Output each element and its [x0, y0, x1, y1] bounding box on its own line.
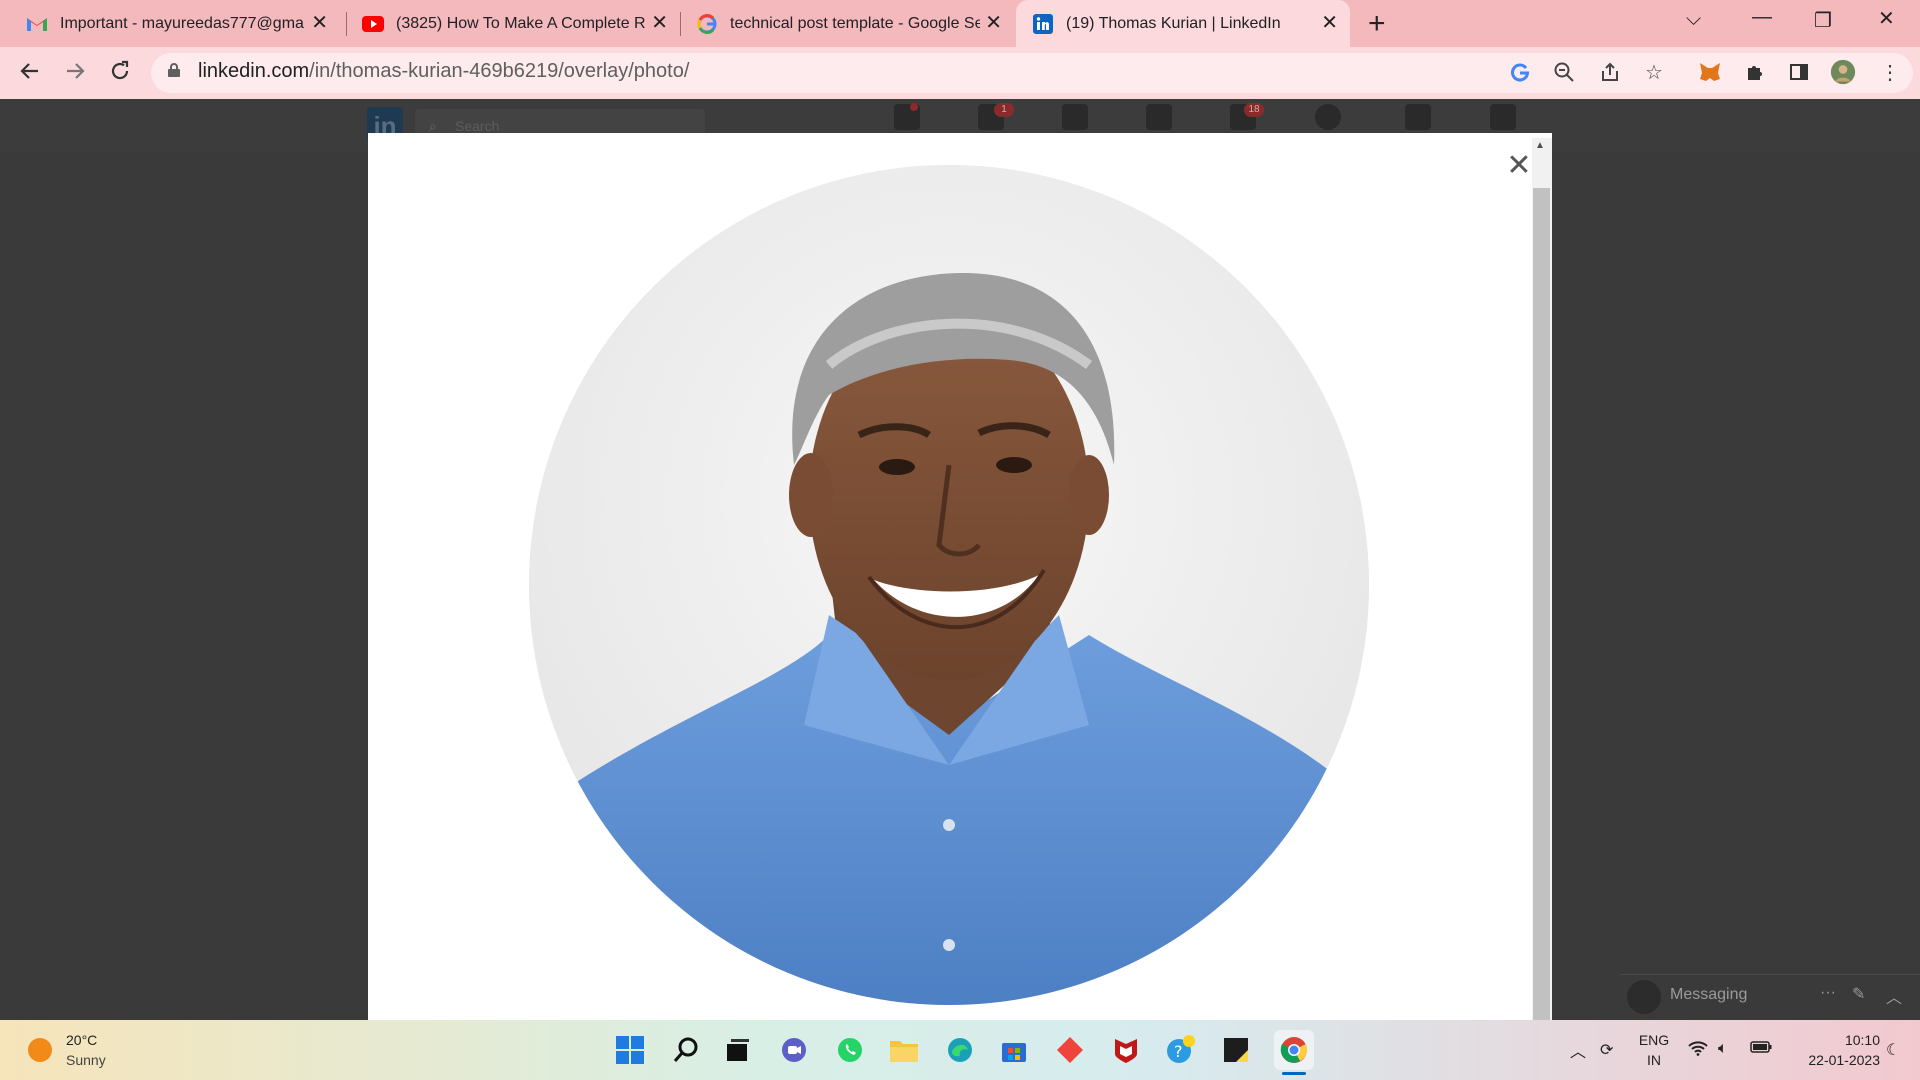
zoom-icon[interactable]	[1551, 59, 1577, 85]
url-host: linkedin.com	[198, 60, 310, 82]
wifi-icon[interactable]	[1688, 1040, 1708, 1061]
gmail-icon	[26, 13, 48, 35]
reload-icon	[111, 60, 129, 80]
work-grid-icon[interactable]	[1405, 104, 1431, 130]
edge-browser-icon[interactable]	[944, 1034, 976, 1066]
scrollbar-thumb[interactable]	[1533, 188, 1550, 1020]
tab-linkedin[interactable]: (19) Thomas Kurian | LinkedIn ✕	[1016, 0, 1350, 47]
profile-photo	[529, 165, 1369, 1005]
new-tab-button[interactable]: +	[1368, 9, 1386, 39]
start-windows-icon[interactable]	[614, 1034, 646, 1066]
profile-avatar[interactable]	[1830, 59, 1856, 85]
google-icon	[696, 13, 718, 35]
search-placeholder: Search	[455, 118, 500, 134]
youtube-icon	[362, 13, 384, 35]
messaging-bar[interactable]	[1620, 974, 1920, 1021]
back-button[interactable]	[18, 59, 42, 90]
network-badge: 1	[994, 103, 1014, 117]
file-explorer-icon[interactable]	[888, 1034, 920, 1066]
tab-title: Important - mayureedas777@gmail.com	[60, 14, 304, 32]
compose-icon[interactable]: ✎	[1852, 984, 1865, 1004]
messaging-avatar	[1627, 980, 1661, 1014]
active-app-indicator	[1282, 1072, 1306, 1075]
close-icon[interactable]: ✕	[985, 13, 1002, 33]
chrome-taskbar-icon[interactable]	[1274, 1030, 1314, 1070]
language-top[interactable]: ENG	[1636, 1032, 1672, 1048]
weather-temperature[interactable]: 20°C	[66, 1032, 97, 1048]
window-close-button[interactable]: ✕	[1878, 6, 1895, 31]
close-overlay-button[interactable]: ✕	[1506, 151, 1532, 181]
arrow-left-icon	[20, 63, 38, 79]
tab-gmail[interactable]: Important - mayureedas777@gmail.com ✕	[0, 0, 340, 47]
home-badge	[910, 103, 918, 111]
close-icon[interactable]: ✕	[1321, 13, 1338, 33]
clock-date[interactable]: 22-01-2023	[1782, 1052, 1880, 1068]
tab-title: technical post template - Google Se	[730, 14, 980, 32]
lock-icon[interactable]	[168, 63, 180, 77]
chevron-up-icon[interactable]: ︿	[1886, 984, 1902, 1008]
messaging-icon[interactable]	[1146, 104, 1172, 130]
more-options-icon[interactable]: ···	[1820, 984, 1836, 1002]
me-avatar[interactable]	[1315, 104, 1341, 130]
show-hidden-icons-chevron-icon[interactable]: ︿	[1570, 1038, 1586, 1062]
svg-text:?: ?	[1174, 1042, 1183, 1061]
jobs-icon[interactable]	[1062, 104, 1088, 130]
get-help-icon[interactable]: ?	[1164, 1034, 1196, 1066]
clock-time[interactable]: 10:10	[1790, 1032, 1880, 1048]
tab-youtube[interactable]: (3825) How To Make A Complete Re ✕	[338, 0, 680, 47]
linkedin-icon	[1032, 13, 1054, 35]
bookmark-star-icon[interactable]: ☆	[1641, 59, 1667, 85]
notifications-badge: 18	[1244, 103, 1264, 117]
weather-condition[interactable]: Sunny	[66, 1052, 106, 1068]
metamask-fox-icon[interactable]	[1697, 59, 1723, 85]
language-bottom[interactable]: IN	[1636, 1052, 1672, 1068]
tab-title: (3825) How To Make A Complete Re	[396, 14, 646, 32]
whatsapp-icon[interactable]	[834, 1034, 866, 1066]
reload-button[interactable]	[108, 59, 132, 90]
microsoft-store-icon[interactable]	[998, 1034, 1030, 1066]
sticky-notes-icon[interactable]	[1220, 1034, 1252, 1066]
focus-moon-icon[interactable]: ☾	[1886, 1040, 1900, 1060]
google-lens-icon[interactable]	[1507, 59, 1533, 85]
scroll-up-arrow-icon[interactable]: ▲	[1535, 140, 1545, 151]
restore-button[interactable]: ❐	[1814, 8, 1832, 33]
task-view-icon[interactable]	[722, 1034, 754, 1066]
messaging-label: Messaging	[1670, 986, 1748, 1003]
arrow-right-icon	[67, 63, 85, 79]
side-panel-icon[interactable]	[1786, 59, 1812, 85]
close-icon[interactable]: ✕	[311, 13, 328, 33]
search-icon[interactable]	[670, 1034, 702, 1066]
close-icon[interactable]: ✕	[651, 13, 668, 33]
anydesk-icon[interactable]	[1054, 1034, 1086, 1066]
tab-search-chevron-icon[interactable]: ⌵	[1686, 8, 1701, 31]
battery-icon[interactable]	[1750, 1040, 1772, 1058]
minimize-button[interactable]: —	[1752, 6, 1772, 29]
chrome-menu-icon[interactable]: ⋮	[1877, 59, 1903, 85]
share-icon[interactable]	[1597, 59, 1623, 85]
advertise-icon[interactable]	[1490, 104, 1516, 130]
profile-photo-illustration	[529, 165, 1369, 1005]
extensions-puzzle-icon[interactable]	[1742, 59, 1768, 85]
url-path: /in/thomas-kurian-469b6219/overlay/photo…	[309, 60, 690, 82]
sync-icon[interactable]: ⟳	[1600, 1040, 1613, 1060]
teams-chat-icon[interactable]	[778, 1034, 810, 1066]
url-text[interactable]: linkedin.com/in/thomas-kurian-469b6219/o…	[198, 60, 689, 83]
tab-google[interactable]: technical post template - Google Se ✕	[672, 0, 1014, 47]
volume-icon[interactable]: 🔈︎	[1718, 1040, 1728, 1058]
mcafee-icon[interactable]	[1110, 1034, 1142, 1066]
sun-weather-icon[interactable]	[28, 1038, 52, 1062]
forward-button[interactable]	[63, 59, 87, 90]
tab-title: (19) Thomas Kurian | LinkedIn	[1066, 14, 1281, 32]
